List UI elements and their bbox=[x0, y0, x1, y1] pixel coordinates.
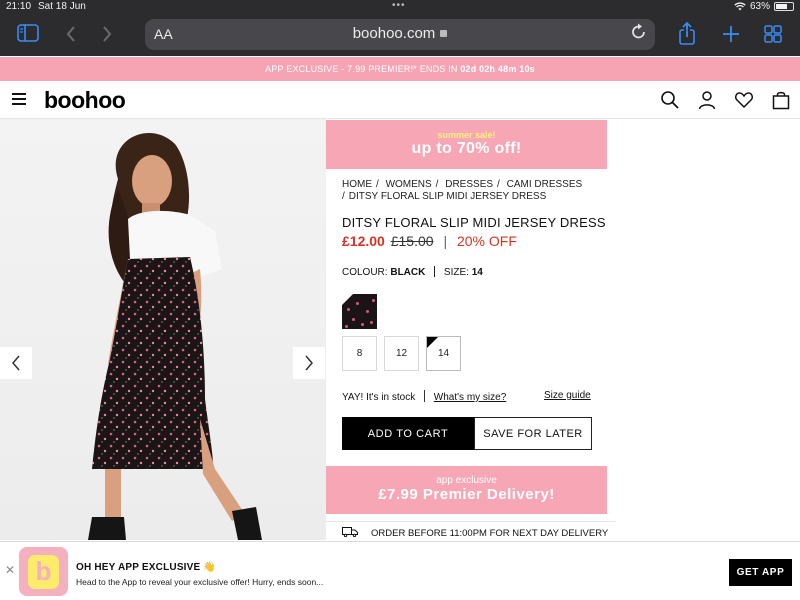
menu-hamburger-icon[interactable] bbox=[12, 93, 26, 105]
discount-label: 20% OFF bbox=[456, 233, 517, 249]
selected-corner bbox=[342, 294, 353, 305]
delivery-text: ORDER BEFORE 11:00PM FOR NEXT DAY DELIVE… bbox=[371, 528, 609, 539]
share-icon[interactable] bbox=[678, 22, 696, 46]
product-details: summer sale! up to 70% off! HOME / WOMENS… bbox=[325, 119, 615, 540]
delivery-truck-icon bbox=[342, 527, 358, 537]
status-right: 63% bbox=[734, 1, 794, 12]
breadcrumb-item[interactable]: DRESSES bbox=[445, 179, 493, 190]
size-value: 14 bbox=[471, 267, 483, 278]
colour-value: BLACK bbox=[390, 267, 426, 278]
size-option-label: 8 bbox=[356, 348, 363, 359]
size-label: SIZE: bbox=[443, 267, 469, 278]
sale-banner-small: summer sale! bbox=[437, 130, 496, 140]
url-value: boohoo.com bbox=[352, 25, 436, 42]
app-logo-letter: b bbox=[35, 556, 52, 586]
stock-row: YAY! It's in stock What's my size? bbox=[342, 390, 506, 403]
wishlist-heart-icon[interactable] bbox=[734, 90, 754, 110]
app-banner-title: OH HEY APP EXCLUSIVE 👋 bbox=[76, 562, 217, 573]
colour-label: COLOUR: bbox=[342, 267, 388, 278]
close-icon[interactable]: ✕ bbox=[5, 563, 15, 577]
url-text[interactable]: boohoo.com bbox=[145, 25, 655, 42]
size-option-label: 12 bbox=[395, 348, 408, 359]
promo-countdown: 02d 02h 48m 10s bbox=[460, 64, 535, 74]
price-divider: | bbox=[443, 233, 448, 249]
back-chevron-icon[interactable] bbox=[66, 26, 76, 42]
status-bar: 21:10 Sat 18 Jun ••• 63% bbox=[0, 0, 800, 14]
breadcrumb-item[interactable]: CAMI DRESSES bbox=[507, 179, 583, 190]
colour-swatch-black[interactable] bbox=[342, 294, 377, 329]
forward-chevron-icon[interactable] bbox=[102, 26, 112, 42]
get-app-button[interactable]: GET APP bbox=[729, 559, 792, 586]
sidebar-icon[interactable] bbox=[17, 24, 39, 42]
app-banner-subtitle: Head to the App to reveal your exclusive… bbox=[76, 577, 324, 587]
summer-sale-banner[interactable]: summer sale! up to 70% off! bbox=[326, 120, 607, 169]
breadcrumb-item[interactable]: WOMENS bbox=[386, 179, 432, 190]
carousel-prev-button[interactable] bbox=[0, 347, 32, 379]
add-to-cart-button[interactable]: ADD TO CART bbox=[342, 417, 474, 450]
breadcrumb-current: DITSY FLORAL SLIP MIDI JERSEY DRESS bbox=[348, 191, 547, 202]
save-for-later-button[interactable]: SAVE FOR LATER bbox=[474, 417, 592, 450]
wifi-icon bbox=[734, 2, 746, 11]
account-icon[interactable] bbox=[697, 90, 717, 110]
plus-icon[interactable] bbox=[722, 25, 740, 43]
promo-strip[interactable]: APP EXCLUSIVE - 7.99 PREMIER!* ENDS IN 0… bbox=[0, 57, 800, 81]
app-logo-icon: b bbox=[19, 547, 68, 596]
size-option-label: 14 bbox=[437, 348, 450, 359]
address-bar[interactable]: AA boohoo.com bbox=[145, 19, 655, 50]
size-guide-link[interactable]: Size guide bbox=[544, 390, 591, 401]
browser-toolbar: AA boohoo.com bbox=[0, 14, 800, 56]
colour-size-summary: COLOUR: BLACK SIZE: 14 bbox=[342, 266, 483, 278]
sale-banner-big: up to 70% off! bbox=[411, 140, 522, 157]
whats-my-size-link[interactable]: What's my size? bbox=[434, 392, 506, 403]
status-time: 21:10 bbox=[6, 1, 32, 12]
search-icon[interactable] bbox=[660, 90, 680, 110]
bag-icon[interactable] bbox=[771, 90, 791, 110]
price-was: £15.00 bbox=[390, 233, 434, 249]
lock-icon bbox=[440, 30, 448, 37]
divider bbox=[434, 266, 436, 277]
price-row: £12.00 £15.00 | 20% OFF bbox=[342, 233, 517, 249]
promo-text: APP EXCLUSIVE - 7.99 PREMIER!* ENDS IN bbox=[265, 64, 458, 74]
product-image[interactable] bbox=[0, 119, 325, 540]
battery-percent: 63% bbox=[749, 1, 770, 12]
tabs-grid-icon[interactable] bbox=[764, 25, 782, 43]
premier-banner-small: app exclusive bbox=[436, 475, 497, 486]
delivery-info: ORDER BEFORE 11:00PM FOR NEXT DAY DELIVE… bbox=[326, 521, 615, 540]
multitasking-dots-icon[interactable]: ••• bbox=[392, 0, 406, 11]
size-option-12[interactable]: 12 bbox=[384, 336, 419, 371]
size-option-14[interactable]: 14 bbox=[426, 336, 461, 371]
site-header: boohoo bbox=[0, 81, 800, 119]
divider bbox=[424, 390, 426, 402]
selected-corner bbox=[427, 337, 438, 348]
carousel-next-button[interactable] bbox=[293, 347, 325, 379]
breadcrumb-item[interactable]: HOME bbox=[342, 179, 372, 190]
chevron-left-icon bbox=[12, 355, 20, 371]
status-date: Sat 18 Jun bbox=[38, 1, 86, 12]
chevron-right-icon bbox=[305, 355, 313, 371]
app-install-banner: ✕ b OH HEY APP EXCLUSIVE 👋 Head to the A… bbox=[0, 541, 800, 600]
premier-banner-big: £7.99 Premier Delivery! bbox=[378, 486, 555, 503]
battery-icon bbox=[774, 2, 794, 11]
stock-status: YAY! It's in stock bbox=[342, 392, 416, 403]
site-logo[interactable]: boohoo bbox=[44, 87, 126, 114]
product-title: DITSY FLORAL SLIP MIDI JERSEY DRESS bbox=[342, 215, 606, 230]
price-now: £12.00 bbox=[342, 233, 385, 249]
model-photo bbox=[88, 132, 262, 540]
size-option-8[interactable]: 8 bbox=[342, 336, 377, 371]
premier-delivery-banner[interactable]: app exclusive £7.99 Premier Delivery! bbox=[326, 466, 607, 514]
breadcrumb: HOME / WOMENS / DRESSES / CAMI DRESSES / DIT… bbox=[342, 179, 583, 202]
reload-icon[interactable] bbox=[631, 23, 647, 41]
